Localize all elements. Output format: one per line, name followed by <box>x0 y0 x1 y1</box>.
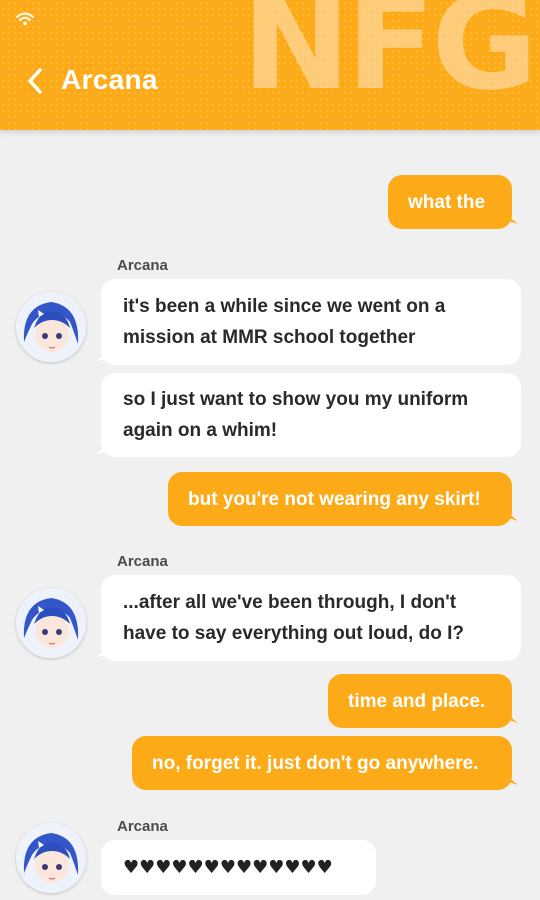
bubble-tail <box>95 354 105 362</box>
back-button[interactable] <box>24 66 46 96</box>
message-text: but you're not wearing any skirt! <box>188 488 481 510</box>
message-text: ♥♥♥♥♥♥♥♥♥♥♥♥♥ <box>123 857 333 878</box>
sender-name: Arcana <box>117 257 168 274</box>
bubble-tail <box>95 650 105 658</box>
header-watermark: NFG <box>241 0 538 119</box>
wifi-icon <box>16 12 34 26</box>
message-text: it's been a while since we went on a mis… <box>123 296 446 348</box>
avatar[interactable] <box>16 588 86 658</box>
bubble-tail <box>95 447 105 455</box>
incoming-message[interactable]: it's been a while since we went on a mis… <box>101 279 521 365</box>
outgoing-message[interactable]: what the <box>388 175 512 229</box>
avatar[interactable] <box>16 823 86 893</box>
outgoing-message[interactable]: no, forget it. just don't go anywhere. <box>132 736 512 790</box>
message-text: so I just want to show you my uniform ag… <box>123 389 469 441</box>
avatar[interactable] <box>16 292 86 362</box>
chat-title: Arcana <box>61 64 158 95</box>
chat-header: NFG Arcana <box>0 0 540 130</box>
message-text: ...after all we've been through, I don't… <box>123 592 464 644</box>
sender-name: Arcana <box>117 818 168 835</box>
incoming-message[interactable]: so I just want to show you my uniform ag… <box>101 373 521 457</box>
incoming-message[interactable]: ♥♥♥♥♥♥♥♥♥♥♥♥♥ <box>101 840 376 895</box>
message-text: time and place. <box>348 690 486 712</box>
message-text: what the <box>408 191 486 213</box>
chevron-left-icon <box>28 68 42 94</box>
outgoing-message[interactable]: but you're not wearing any skirt! <box>168 472 512 526</box>
incoming-message[interactable]: ...after all we've been through, I don't… <box>101 575 521 661</box>
sender-name: Arcana <box>117 553 168 570</box>
message-text: no, forget it. just don't go anywhere. <box>152 752 479 774</box>
outgoing-message[interactable]: time and place. <box>328 674 512 728</box>
